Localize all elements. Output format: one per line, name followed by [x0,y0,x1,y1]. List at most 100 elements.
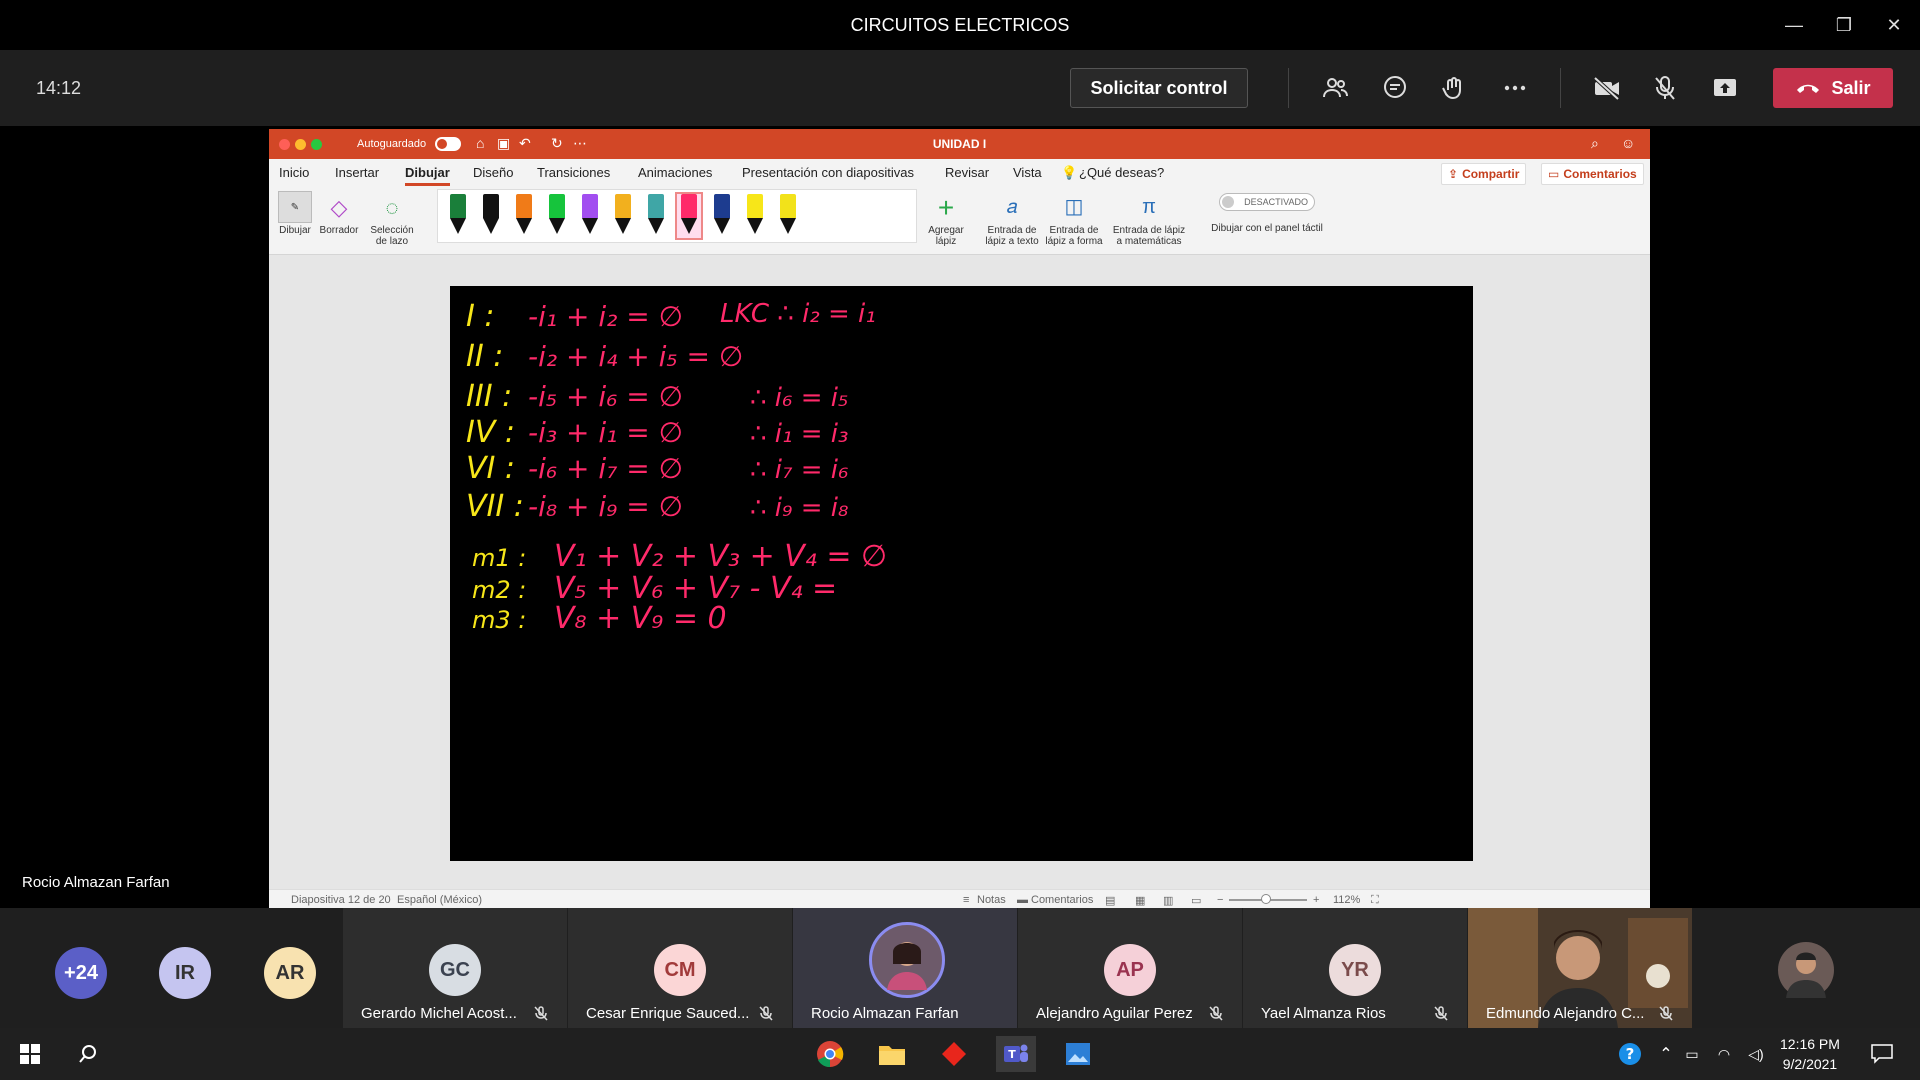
tab-inicio[interactable]: Inicio [279,165,309,180]
request-control-button[interactable]: Solicitar control [1070,68,1248,108]
eraser-tool[interactable]: ◇ Borrador [317,191,361,236]
file-explorer-icon[interactable] [872,1036,912,1072]
participant-tile[interactable]: CM Cesar Enrique Sauced... [568,908,792,1028]
participant-tile[interactable]: AP Alejandro Aguilar Perez [1018,908,1242,1028]
avatar: YR [1329,944,1381,996]
lasso-label: Selección de lazo [370,225,414,247]
restore-icon[interactable]: ❐ [1824,10,1864,40]
toolbar-divider [1560,68,1561,108]
help-icon[interactable]: ? [1610,1036,1650,1072]
slide[interactable]: I : -i₁ + i₂ = ∅ LKC ∴ i₂ = i₁ II : -i₂ + i₄… [450,286,1473,861]
ink-to-math-tool[interactable]: π Entrada de lápiz a matemáticas [1109,191,1189,248]
ink-node-equation: -i₂ + i₄ + i₅ = ∅ [528,340,743,373]
more-options-icon[interactable] [1493,68,1537,108]
tab-vista[interactable]: Vista [1013,165,1042,180]
reading-view-icon[interactable]: ▥ [1163,894,1173,907]
participant-tile-presenter[interactable]: Rocio Almazan Farfan [793,908,1017,1028]
lasso-tool[interactable]: ◌ Selección de lazo [367,191,417,247]
tab-diseno[interactable]: Diseño [473,165,513,180]
tab-insertar[interactable]: Insertar [335,165,379,180]
chat-icon[interactable] [1373,68,1417,108]
tab-presentacion[interactable]: Presentación con diapositivas [742,165,914,180]
tab-dibujar[interactable]: Dibujar [405,165,450,186]
zoom-slider-thumb[interactable] [1261,894,1271,904]
chrome-icon[interactable] [810,1036,850,1072]
slideshow-icon[interactable]: ▭ [1191,894,1201,907]
participant-tile[interactable]: GC Gerardo Michel Acost... [343,908,567,1028]
notifications-icon[interactable] [1862,1036,1902,1072]
ink-to-text-tool[interactable]: 𝑎 Entrada de lápiz a texto [983,191,1041,248]
pen-swatch[interactable] [611,194,635,238]
photos-icon[interactable] [1058,1036,1098,1072]
notes-icon[interactable]: ≡ [963,894,969,906]
participants-icon[interactable] [1313,68,1357,108]
tab-animaciones[interactable]: Animaciones [638,165,712,180]
lasso-icon: ◌ [385,194,399,220]
close-icon[interactable]: ✕ [1874,10,1914,40]
start-icon[interactable] [10,1036,50,1072]
notes-button[interactable]: Notas [977,894,1006,906]
ink-mesh-label: m3 : [472,606,526,634]
pen-swatch[interactable] [710,194,734,238]
tell-me-search[interactable]: ¿Qué deseas? [1079,165,1164,180]
ink-node-label: VII : [466,489,524,524]
pen-swatch[interactable] [545,194,569,238]
mic-off-icon [759,1006,773,1021]
fit-slide-icon[interactable]: ⛶ [1371,894,1379,907]
zoom-out-icon[interactable]: − [1217,894,1223,906]
mic-off-icon[interactable] [1643,68,1687,108]
teams-icon[interactable]: T [996,1036,1036,1072]
participant-tile[interactable]: YR Yael Almanza Rios [1243,908,1467,1028]
minimize-icon[interactable]: — [1774,10,1814,40]
windows-taskbar: T ? ⌃ ▭ ◠ ◁) 12:16 PM 9/2/2021 [0,1028,1920,1080]
avatar: GC [429,944,481,996]
smiley-icon[interactable]: ☺ [1621,135,1635,151]
camera-off-icon[interactable] [1585,68,1629,108]
pen-tip [516,218,532,234]
comments-status-icon[interactable]: ▬ [1017,894,1028,906]
tab-transiciones[interactable]: Transiciones [537,165,610,180]
normal-view-icon[interactable]: ▤ [1105,894,1115,907]
ink-shape-icon: ◫ [1064,195,1084,218]
ink-node-result: ∴ i₆ = i₅ [750,383,848,413]
zoom-level[interactable]: 112% [1333,894,1360,906]
pen-swatch[interactable] [512,194,536,238]
taskbar-clock[interactable]: 12:16 PM 9/2/2021 [1780,1034,1840,1074]
avatar[interactable]: IR [159,947,211,999]
avatar[interactable]: AR [264,947,316,999]
slide-counter: Diapositiva 12 de 20 [291,894,391,906]
language-label[interactable]: Español (México) [397,894,482,906]
red-app-icon[interactable] [934,1036,974,1072]
pen-swatch[interactable] [644,194,668,238]
participant-tile-video[interactable]: Edmundo Alejandro C... [1468,908,1692,1028]
pen-swatch[interactable] [479,194,503,238]
more-participants[interactable]: +24 [55,947,107,999]
comments-button[interactable]: ▭ Comentarios [1541,163,1644,185]
tab-revisar[interactable]: Revisar [945,165,989,180]
volume-icon[interactable]: ◁) [1736,1036,1776,1072]
ink-node-result: ∴ i₁ = i₃ [750,419,848,449]
pen-draw-icon: ✎ [278,191,312,223]
leave-button[interactable]: Salir [1773,68,1893,108]
touch-draw-toggle[interactable]: DESACTIVADO [1219,193,1315,211]
add-pen-tool[interactable]: + Agregar lápiz [921,191,971,247]
pen-swatch[interactable] [446,194,470,238]
pen-body [582,194,598,218]
pen-swatch[interactable] [776,194,800,238]
comments-status-button[interactable]: Comentarios [1031,894,1093,906]
draw-tool[interactable]: ✎ Dibujar [277,191,313,236]
search-icon[interactable]: ⌕ [1591,135,1599,152]
pen-swatch[interactable] [675,192,703,240]
sorter-view-icon[interactable]: ▦ [1135,894,1145,907]
pen-swatch[interactable] [578,194,602,238]
share-button[interactable]: ⇪ Compartir [1441,163,1527,185]
zoom-in-icon[interactable]: + [1313,894,1319,906]
ink-to-shape-tool[interactable]: ◫ Entrada de lápiz a forma [1045,191,1103,248]
pen-swatch[interactable] [743,194,767,238]
self-avatar[interactable] [1778,942,1834,998]
search-icon[interactable] [68,1036,108,1072]
mic-off-icon [1659,1006,1673,1021]
ink-node-equation: -i₃ + i₁ = ∅ [528,416,683,449]
share-screen-icon[interactable] [1703,68,1747,108]
raise-hand-icon[interactable] [1432,68,1476,108]
